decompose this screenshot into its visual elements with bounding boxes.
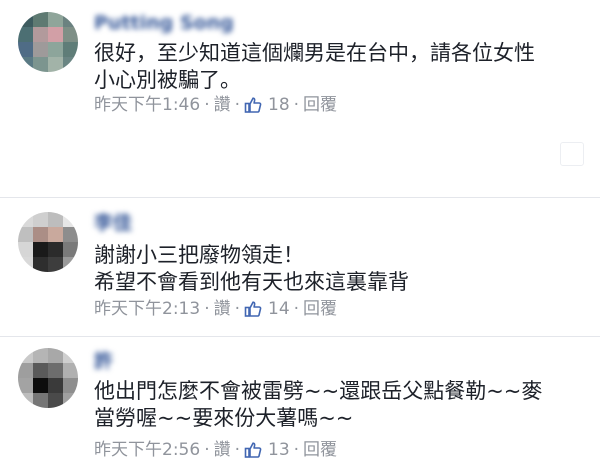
- avatar[interactable]: [18, 12, 78, 72]
- comment-meta: 昨天下午2:56 · 讚 · 13 · 回覆: [94, 440, 337, 460]
- comment-text-line: 希望不會看到他有天也來這裏靠背: [94, 270, 409, 294]
- like-count[interactable]: 13: [268, 440, 290, 460]
- comment-text-line: 小心別被騙了。: [94, 68, 241, 92]
- separator-dot: ·: [293, 440, 300, 460]
- separator-dot: ·: [204, 299, 210, 319]
- comment-text-line: 謝謝小三把廢物領走！: [94, 243, 304, 267]
- separator-dot: ·: [234, 299, 240, 319]
- attachment-placeholder: [560, 142, 584, 166]
- like-link[interactable]: 讚: [214, 95, 231, 115]
- like-link[interactable]: 讚: [214, 440, 231, 460]
- separator-dot: ·: [234, 95, 240, 115]
- avatar[interactable]: [18, 212, 78, 272]
- separator-dot: ·: [234, 440, 240, 460]
- comment-text-line: 當勞喔~~要來份大薯嗎~~: [94, 406, 354, 430]
- like-link[interactable]: 讚: [214, 299, 231, 319]
- separator-dot: ·: [204, 95, 210, 115]
- comment-timestamp[interactable]: 昨天下午2:56: [94, 440, 200, 460]
- separator-dot: ·: [204, 440, 210, 460]
- comment-text: 謝謝小三把廢物領走！ 希望不會看到他有天也來這裏靠背: [94, 242, 589, 296]
- comment-author[interactable]: Putting Song: [94, 14, 234, 33]
- comment-text: 很好，至少知道這個爛男是在台中，請各位女性 小心別被騙了。: [94, 40, 589, 94]
- comment-text-line: 他出門怎麼不會被雷劈~~還跟岳父點餐勒~~麥: [94, 379, 543, 403]
- comment-text: 他出門怎麼不會被雷劈~~還跟岳父點餐勒~~麥 當勞喔~~要來份大薯嗎~~: [94, 378, 589, 432]
- reply-link[interactable]: 回覆: [303, 440, 337, 460]
- reply-link[interactable]: 回覆: [303, 299, 337, 319]
- comment-meta: 昨天下午1:46 · 讚 · 18 · 回覆: [94, 95, 337, 115]
- avatar[interactable]: [18, 348, 78, 408]
- comment-meta: 昨天下午2:13 · 讚 · 14 · 回覆: [94, 299, 337, 319]
- like-count[interactable]: 18: [268, 95, 290, 115]
- thumbs-up-icon[interactable]: [244, 441, 262, 459]
- comment-text-line: 很好，至少知道這個爛男是在台中，請各位女性: [94, 41, 535, 65]
- reply-link[interactable]: 回覆: [303, 95, 337, 115]
- comment-timestamp[interactable]: 昨天下午2:13: [94, 299, 200, 319]
- divider: [0, 336, 600, 337]
- thumbs-up-icon[interactable]: [244, 300, 262, 318]
- comment-author[interactable]: 許: [94, 352, 113, 371]
- comment-author[interactable]: 李佳: [94, 214, 132, 233]
- divider: [0, 197, 600, 198]
- thumbs-up-icon[interactable]: [244, 96, 262, 114]
- comment-timestamp[interactable]: 昨天下午1:46: [94, 95, 200, 115]
- separator-dot: ·: [293, 299, 300, 319]
- separator-dot: ·: [293, 95, 300, 115]
- like-count[interactable]: 14: [268, 299, 290, 319]
